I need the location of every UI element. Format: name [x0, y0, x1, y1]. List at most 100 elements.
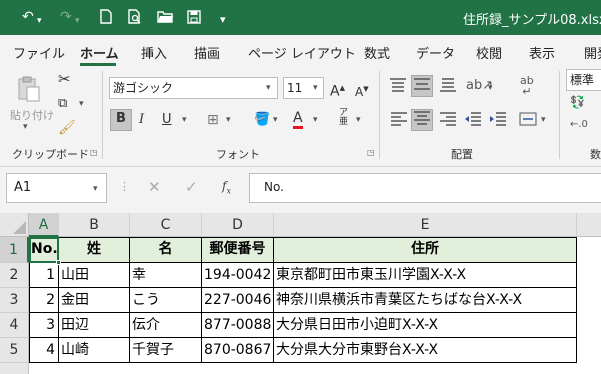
- name-box[interactable]: A1: [6, 173, 107, 203]
- column-header-d[interactable]: D: [202, 213, 274, 237]
- row-header-1[interactable]: 1: [0, 237, 29, 263]
- cell-d5[interactable]: 870-0867: [202, 338, 274, 363]
- tab-file[interactable]: ファイル: [13, 43, 65, 62]
- save-icon[interactable]: [187, 10, 201, 29]
- cell-b2[interactable]: 山田: [59, 263, 130, 288]
- cell-d2[interactable]: 194-0042: [202, 263, 274, 288]
- tab-developer[interactable]: 開発: [584, 43, 601, 62]
- row-header-4[interactable]: 4: [0, 313, 29, 338]
- cell-e2[interactable]: 東京都町田市東玉川学園X-X-X: [274, 263, 577, 288]
- font-color-icon[interactable]: A: [293, 110, 303, 129]
- insert-function-icon[interactable]: fx: [222, 179, 231, 195]
- confirm-entry-icon[interactable]: ✓: [185, 178, 198, 196]
- formula-input[interactable]: No.: [249, 173, 601, 203]
- format-painter-icon[interactable]: 🖌: [58, 119, 76, 137]
- orientation-dropdown-icon[interactable]: ▾: [488, 83, 493, 93]
- redo-icon[interactable]: ↷: [60, 8, 72, 26]
- row-header-6[interactable]: [0, 363, 29, 374]
- undo-icon[interactable]: ↶: [22, 8, 34, 26]
- tab-data[interactable]: データ: [416, 43, 455, 62]
- font-size-dropdown-icon[interactable]: ▾: [313, 83, 318, 93]
- print-preview-icon[interactable]: [128, 9, 142, 29]
- fill-handle[interactable]: [56, 260, 61, 265]
- cell-d3[interactable]: 227-0046: [202, 288, 274, 313]
- align-bottom-icon[interactable]: [439, 77, 457, 99]
- undo-dropdown-icon[interactable]: ▾: [37, 12, 42, 30]
- copy-icon[interactable]: ⧉: [58, 95, 67, 113]
- phonetic-guide-icon[interactable]: ア亜: [339, 109, 348, 127]
- redo-dropdown-icon[interactable]: ▾: [75, 12, 80, 30]
- increase-indent-icon[interactable]: [489, 111, 507, 133]
- cell-c5[interactable]: 千賀子: [130, 338, 202, 363]
- select-all-corner[interactable]: [0, 213, 29, 237]
- cut-icon[interactable]: ✂: [58, 70, 71, 88]
- column-header-b[interactable]: B: [59, 213, 130, 237]
- cell-a4[interactable]: 3: [29, 313, 59, 338]
- align-center-icon[interactable]: [411, 109, 433, 131]
- paste-dropdown-icon[interactable]: ▾: [23, 122, 28, 132]
- align-middle-icon[interactable]: [411, 75, 433, 97]
- cell-c1[interactable]: 名: [130, 237, 202, 263]
- underline-dropdown-icon[interactable]: ▾: [182, 115, 187, 125]
- tab-formulas[interactable]: 数式: [364, 43, 390, 62]
- cell-e5[interactable]: 大分県大分市東野台X-X-X: [274, 338, 577, 363]
- cell-e1[interactable]: 住所: [274, 237, 577, 263]
- decrease-indent-icon[interactable]: [464, 111, 482, 133]
- column-header-a[interactable]: A: [29, 213, 59, 237]
- increase-decimal-icon[interactable]: ←.0: [570, 116, 588, 134]
- wrap-text-icon[interactable]: ab ↵: [520, 75, 534, 97]
- cell-b4[interactable]: 田辺: [59, 313, 130, 338]
- cell-b1[interactable]: 姓: [59, 237, 130, 263]
- tab-page-layout[interactable]: ページ レイアウト: [248, 43, 356, 62]
- cell-a3[interactable]: 2: [29, 288, 59, 313]
- paste-icon[interactable]: [16, 75, 42, 103]
- paste-button[interactable]: 貼り付け: [10, 107, 54, 123]
- italic-button[interactable]: I: [139, 111, 144, 129]
- name-box-dropdown-icon[interactable]: ▾: [93, 184, 98, 194]
- cell-b5[interactable]: 山崎: [59, 338, 130, 363]
- phonetic-dropdown-icon[interactable]: ▾: [356, 115, 361, 125]
- clipboard-launcher-icon[interactable]: ◳: [90, 148, 98, 157]
- column-header-e[interactable]: E: [274, 213, 577, 237]
- open-folder-icon[interactable]: [157, 10, 174, 28]
- cell-c4[interactable]: 伝介: [130, 313, 202, 338]
- align-right-icon[interactable]: [439, 111, 457, 133]
- cell-a5[interactable]: 4: [29, 338, 59, 363]
- font-name-combo[interactable]: 游ゴシック: [109, 77, 278, 99]
- font-name-dropdown-icon[interactable]: ▾: [266, 83, 271, 93]
- font-color-dropdown-icon[interactable]: ▾: [313, 115, 318, 125]
- tab-home[interactable]: ホーム: [80, 43, 119, 62]
- accounting-format-icon[interactable]: 💱: [570, 93, 585, 111]
- align-top-icon[interactable]: [389, 77, 407, 99]
- new-file-icon[interactable]: [100, 9, 112, 29]
- row-header-2[interactable]: 2: [0, 263, 29, 288]
- align-left-icon[interactable]: [390, 111, 408, 133]
- cell-a2[interactable]: 1: [29, 263, 59, 288]
- borders-dropdown-icon[interactable]: ▾: [226, 115, 231, 125]
- cancel-entry-icon[interactable]: ✕: [148, 178, 161, 196]
- merge-center-icon[interactable]: [519, 111, 537, 133]
- column-header-c[interactable]: C: [130, 213, 202, 237]
- cell-d4[interactable]: 877-0088: [202, 313, 274, 338]
- increase-font-size-icon[interactable]: A▲: [330, 79, 345, 101]
- cell-d1[interactable]: 郵便番号: [202, 237, 274, 263]
- decrease-font-size-icon[interactable]: A▼: [355, 80, 369, 101]
- fill-color-icon[interactable]: 🪣: [254, 111, 270, 129]
- customize-qat-icon[interactable]: ▾: [220, 11, 226, 29]
- merge-dropdown-icon[interactable]: ▾: [541, 115, 546, 125]
- cell-b3[interactable]: 金田: [59, 288, 130, 313]
- number-format-combo[interactable]: 標準: [566, 69, 601, 91]
- borders-icon[interactable]: ⊞: [207, 111, 219, 129]
- column-header-f[interactable]: [577, 213, 601, 237]
- copy-dropdown-icon[interactable]: ▾: [79, 99, 84, 109]
- cell-c3[interactable]: こう: [130, 288, 202, 313]
- tab-view[interactable]: 表示: [529, 43, 555, 62]
- underline-button[interactable]: U: [162, 111, 172, 129]
- fill-color-dropdown-icon[interactable]: ▾: [273, 115, 278, 125]
- cell-e4[interactable]: 大分県日田市小迫町X-X-X: [274, 313, 577, 338]
- bold-button[interactable]: B: [110, 109, 132, 131]
- tab-draw[interactable]: 描画: [194, 43, 220, 62]
- tab-review[interactable]: 校閲: [476, 43, 502, 62]
- cell-e3[interactable]: 神奈川県横浜市青葉区たちばな台X-X-X: [274, 288, 577, 313]
- cell-c2[interactable]: 幸: [130, 263, 202, 288]
